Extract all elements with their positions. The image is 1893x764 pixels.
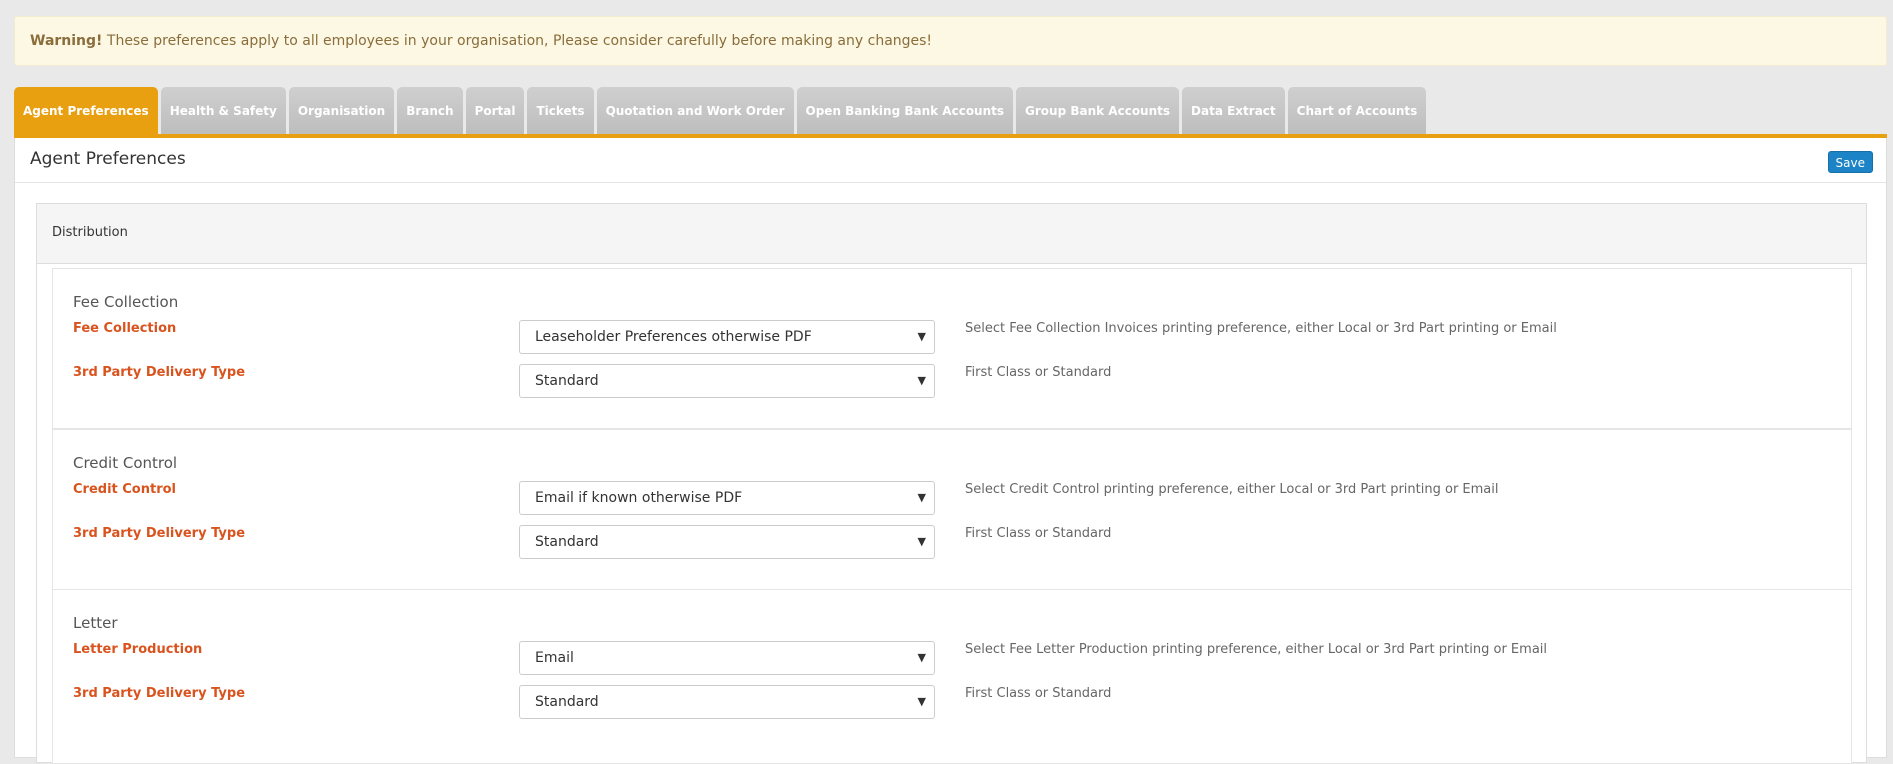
select-value: Leaseholder Preferences otherwise PDF [535,329,812,345]
chevron-down-icon: ▼ [917,535,926,548]
credit-control-label: Credit Control [73,482,177,497]
letter-production-label: Letter Production [73,642,203,657]
delivery-type-select[interactable]: Standard ▼ [519,364,935,398]
select-value: Email [535,650,574,666]
delivery-type-select[interactable]: Standard ▼ [519,685,935,719]
chevron-down-icon: ▼ [917,374,926,387]
credit-control-section: Credit Control Credit Control Email if k… [52,429,1852,590]
panel-title: Agent Preferences [30,149,186,169]
panel-header: Agent Preferences Save [15,138,1886,183]
delivery-type-label: 3rd Party Delivery Type [73,365,246,380]
fee-collection-select[interactable]: Leaseholder Preferences otherwise PDF ▼ [519,320,935,354]
select-value: Email if known otherwise PDF [535,490,743,506]
tab-open-banking-bank-accounts[interactable]: Open Banking Bank Accounts [796,87,1014,135]
warning-text: These preferences apply to all employees… [102,33,933,49]
tab-quotation-work-order[interactable]: Quotation and Work Order [596,87,794,135]
tab-health-safety[interactable]: Health & Safety [160,87,286,135]
delivery-type-label: 3rd Party Delivery Type [73,686,246,701]
tab-data-extract[interactable]: Data Extract [1182,87,1285,135]
distribution-heading: Distribution [37,204,1866,264]
warning-banner: Warning! These preferences apply to all … [14,16,1887,66]
section-title: Fee Collection [73,293,179,311]
section-title: Credit Control [73,454,178,472]
agent-preferences-panel: Agent Preferences Save Distribution Fee … [14,138,1887,764]
fee-collection-section: Fee Collection Fee Collection Leaseholde… [52,268,1852,429]
section-title: Letter [73,614,118,632]
tab-tickets[interactable]: Tickets [527,87,594,135]
tab-agent-preferences[interactable]: Agent Preferences [14,87,158,135]
delivery-type-select[interactable]: Standard ▼ [519,525,935,559]
letter-production-help: Select Fee Letter Production printing pr… [965,642,1548,657]
credit-control-select[interactable]: Email if known otherwise PDF ▼ [519,481,935,515]
save-button[interactable]: Save [1827,151,1873,173]
delivery-type-help: First Class or Standard [965,526,1112,541]
tab-group-bank-accounts[interactable]: Group Bank Accounts [1016,87,1180,135]
chevron-down-icon: ▼ [917,651,926,664]
letter-production-select[interactable]: Email ▼ [519,641,935,675]
warning-strong: Warning! [30,33,103,49]
chevron-down-icon: ▼ [917,491,926,504]
delivery-type-label: 3rd Party Delivery Type [73,526,246,541]
tab-branch[interactable]: Branch [397,87,463,135]
tab-portal[interactable]: Portal [465,87,525,135]
select-value: Standard [535,373,599,389]
credit-control-help: Select Credit Control printing preferenc… [965,482,1499,497]
select-value: Standard [535,534,599,550]
chevron-down-icon: ▼ [917,695,926,708]
tab-chart-of-accounts[interactable]: Chart of Accounts [1287,87,1427,135]
fee-collection-label: Fee Collection [73,321,177,336]
distribution-box: Distribution Fee Collection Fee Collecti… [36,203,1867,764]
tab-organisation[interactable]: Organisation [288,87,395,135]
fee-collection-help: Select Fee Collection Invoices printing … [965,321,1557,336]
delivery-type-help: First Class or Standard [965,686,1112,701]
select-value: Standard [535,694,599,710]
preferences-tabs: Agent Preferences Health & Safety Organi… [14,87,1429,135]
chevron-down-icon: ▼ [917,330,926,343]
letter-section: Letter Letter Production Email ▼ Select … [52,589,1852,764]
delivery-type-help: First Class or Standard [965,365,1112,380]
